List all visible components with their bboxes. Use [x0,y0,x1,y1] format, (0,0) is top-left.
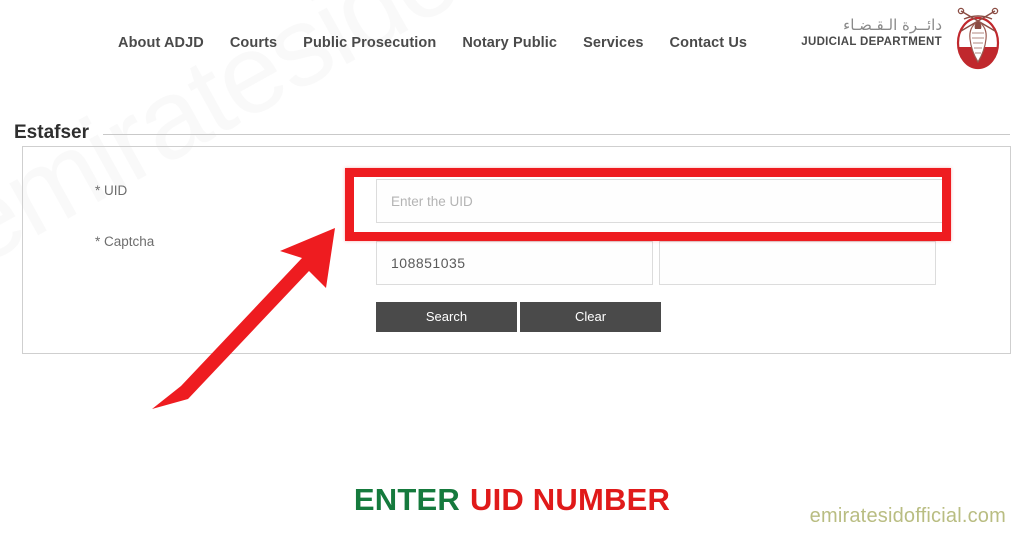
logo-english-text: JUDICIAL DEPARTMENT [801,35,942,48]
uid-label: * UID [95,183,128,198]
page-title: Estafser [14,122,89,143]
caption-uid-number: UID NUMBER [470,482,671,517]
nav-services[interactable]: Services [583,35,643,51]
title-divider [103,134,1010,135]
nav-public-prosecution[interactable]: Public Prosecution [303,35,436,51]
search-button[interactable]: Search [376,302,517,332]
site-header: About ADJD Courts Public Prosecution Not… [0,0,1024,92]
clear-button[interactable]: Clear [520,302,661,332]
nav-notary-public[interactable]: Notary Public [462,35,557,51]
falcon-emblem-icon [956,7,1000,70]
caption-enter: ENTER [353,482,460,517]
captcha-label: * Captcha [95,234,155,249]
captcha-input[interactable] [659,241,936,285]
nav-courts[interactable]: Courts [230,35,277,51]
main-navigation: About ADJD Courts Public Prosecution Not… [118,35,747,51]
section-title-row: Estafser [0,118,1024,148]
nav-contact-us[interactable]: Contact Us [670,35,748,51]
site-watermark: emiratesidofficial.com [809,505,1006,527]
judicial-department-logo[interactable]: دائــرة الـقـضـاء JUDICIAL DEPARTMENT [801,16,942,50]
captcha-code-display [376,241,653,285]
estafser-form-card: * UID * Captcha Search Clear [22,146,1011,354]
page-root: emiratesidofficial.com About ADJD Courts… [0,0,1024,536]
logo-arabic-text: دائــرة الـقـضـاء [843,16,942,34]
uid-input[interactable] [376,179,946,223]
nav-about-adjd[interactable]: About ADJD [118,35,204,51]
